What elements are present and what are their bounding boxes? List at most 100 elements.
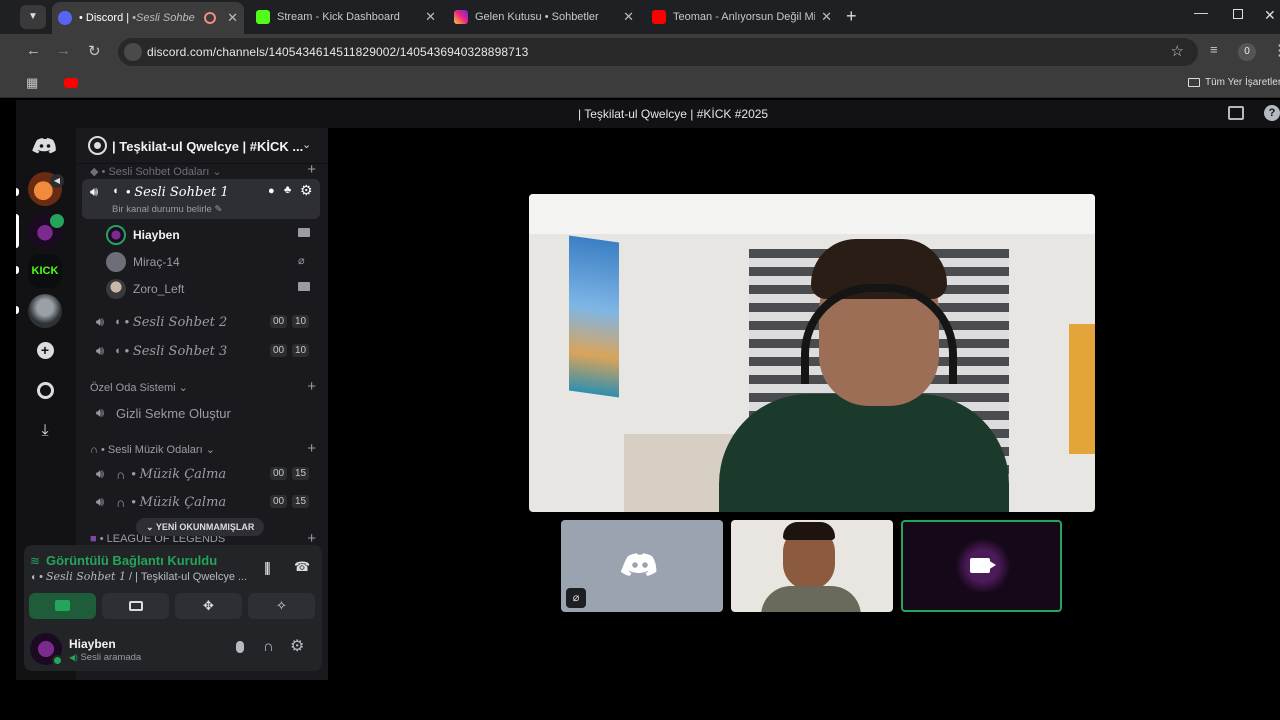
download-apps-button[interactable]: ⤓	[28, 414, 62, 448]
close-window-icon[interactable]: ✕	[1264, 7, 1276, 24]
chevron-down-icon: ⌄	[212, 166, 222, 178]
site-info-icon[interactable]	[124, 43, 142, 61]
person-body	[761, 586, 861, 612]
server-gear-icon	[88, 136, 107, 155]
signal-icon: ≋	[30, 554, 41, 568]
direct-messages-button[interactable]	[28, 129, 62, 163]
main-video-tile[interactable]	[529, 194, 1095, 512]
speaker-icon: 🔊︎	[95, 314, 105, 329]
camera-button[interactable]	[29, 593, 96, 619]
restore-icon[interactable]	[1233, 9, 1243, 19]
tab-youtube[interactable]: Teoman - Anlıyorsun Değil Mi ( ✕	[646, 4, 838, 30]
inbox-icon[interactable]	[1228, 106, 1244, 120]
close-tab-icon[interactable]: ✕	[623, 9, 634, 25]
music-channel[interactable]: 🔊︎ ∩ • Müzik Çalma 00 15	[84, 489, 320, 515]
activities-button[interactable]: ✥	[175, 593, 242, 619]
screen-share-button[interactable]	[102, 593, 169, 619]
voice-status[interactable]: Görüntülü Bağlantı Kuruldu	[46, 553, 217, 568]
tab-kick[interactable]: Stream - Kick Dashboard ✕	[250, 4, 442, 30]
help-icon[interactable]: ?	[1264, 105, 1280, 121]
headphones-icon[interactable]: ∩	[263, 638, 274, 655]
voice-member[interactable]: Zoro_Left	[106, 278, 184, 300]
category-music[interactable]: ∩ • Sesli Müzik Odaları ⌄	[90, 443, 215, 456]
close-tab-icon[interactable]: ✕	[227, 10, 238, 26]
close-tab-icon[interactable]: ✕	[425, 9, 436, 25]
compass-icon	[36, 382, 54, 400]
add-channel-icon[interactable]: +	[307, 440, 316, 457]
bookmark-star-icon[interactable]: ☆	[1171, 42, 1184, 60]
microphone-icon[interactable]	[236, 641, 244, 653]
channel-status[interactable]: Bir kanal durumu belirle ✎	[112, 204, 222, 215]
participant-tile-no-video[interactable]: ⌀	[561, 520, 723, 612]
channel-label: Gizli Sekme Oluştur	[116, 405, 231, 421]
announce-icon: ◖	[112, 185, 119, 197]
voice-channel-path[interactable]: ◖ • Sesli Sohbet 1 / | Teşkilat-ul Qwelc…	[30, 570, 247, 583]
window-title: | Teşkilat-ul Qwelcye | #KİCK #2025	[578, 107, 769, 121]
category-label: • Sesli Sohbet Odaları	[101, 166, 210, 178]
voice-channel[interactable]: 🔊︎ ◖ • Sesli Sohbet 2 00 10	[84, 309, 320, 335]
youtube-tab-icon	[652, 10, 666, 24]
unread-pill[interactable]: ⌄ YENİ OKUNMAMIŞLAR	[136, 518, 265, 536]
user-status: ◀) Sesli aramada	[69, 652, 141, 663]
server-header[interactable]: | Teşkilat-ul Qwelcye | #KİCK ... ⌄	[76, 128, 328, 164]
video-camera-icon	[55, 600, 70, 612]
back-icon[interactable]: ←	[26, 42, 41, 59]
server-kick[interactable]: KICK	[28, 254, 62, 288]
headphones-icon: ∩	[90, 444, 98, 456]
participant-tile-speaking[interactable]	[901, 520, 1062, 612]
announce-icon: ◖	[114, 345, 121, 357]
voice-channel[interactable]: 🔊︎ ◖ • Sesli Sohbet 3 00 10	[84, 338, 320, 364]
add-channel-icon[interactable]: +	[307, 161, 316, 178]
user-status-text: Sesli aramada	[80, 652, 142, 663]
bookmarks-folder[interactable]: Tüm Yer İşaretleri	[1188, 77, 1280, 88]
video-badge-icon	[50, 214, 64, 228]
settings-icon[interactable]: ⚙	[300, 182, 313, 199]
category-voice[interactable]: ◆ • Sesli Sohbet Odaları ⌄	[90, 165, 222, 178]
forward-icon[interactable]: →	[56, 42, 71, 59]
user-limit: 10	[292, 344, 310, 357]
music-channel[interactable]: 🔊︎ ∩ • Müzik Çalma 00 15	[84, 461, 320, 487]
discord-logo-icon	[621, 553, 657, 576]
channel-label: • Müzik Çalma	[131, 494, 227, 510]
voice-channel[interactable]: 🔊︎ Gizli Sekme Oluştur	[84, 400, 320, 426]
tab-instagram[interactable]: Gelen Kutusu • Sohbetler ✕	[448, 4, 640, 30]
category-private[interactable]: Özel Oda Sistemi ⌄	[90, 381, 188, 394]
voice-member[interactable]: Hiayben	[106, 224, 180, 246]
browser-toolbar: ← → ↻ discord.com/channels/1405434614511…	[0, 34, 1280, 70]
add-channel-icon[interactable]: +	[307, 378, 316, 395]
address-bar[interactable]: discord.com/channels/1405434614511829002…	[118, 38, 1198, 66]
speaker-icon: ◀)	[69, 653, 78, 662]
add-server-button[interactable]: +	[28, 334, 62, 368]
voice-member[interactable]: Miraç-14	[106, 251, 180, 273]
participant-tile-video[interactable]	[731, 520, 893, 612]
person-body	[719, 394, 1009, 512]
voice-channel-name: Sesli Sohbet 1	[46, 570, 126, 583]
discover-button[interactable]	[28, 374, 62, 408]
user-settings-icon[interactable]: ⚙	[290, 636, 304, 656]
wall-painting	[569, 235, 619, 398]
active-channel[interactable]: 🔊︎ ◖ • Sesli Sohbet 1 ● ♣ ⚙ Bir kanal du…	[82, 179, 320, 219]
menu-icon[interactable]: ⋮	[1272, 41, 1280, 59]
chat-icon[interactable]: ●	[268, 185, 275, 197]
media-control-icon[interactable]: ≡	[1210, 42, 1218, 57]
username[interactable]: Hiayben	[69, 637, 116, 651]
close-tab-icon[interactable]: ✕	[821, 9, 832, 25]
user-limit: 15	[292, 495, 310, 508]
disconnect-icon[interactable]: ☎	[294, 559, 310, 575]
discord-app: | Teşkilat-ul Qwelcye | #KİCK #2025 ? ◀ …	[16, 100, 1280, 680]
server-photo-avatar[interactable]	[28, 294, 62, 328]
discord-tab-icon	[58, 11, 72, 25]
tab-discord[interactable]: • Discord | •Sesli Sohbe ✕	[52, 2, 244, 34]
reload-icon[interactable]: ↻	[88, 42, 101, 60]
youtube-bookmark-icon[interactable]	[64, 78, 78, 88]
apps-grid-icon[interactable]: ▦	[26, 75, 38, 91]
member-name: Zoro_Left	[133, 282, 185, 296]
new-tab-button[interactable]: +	[846, 6, 857, 27]
extension-badge[interactable]: 0	[1238, 43, 1256, 61]
noise-suppression-icon[interactable]: |||	[264, 559, 271, 575]
soundboard-button[interactable]: ✧	[248, 593, 315, 619]
channel-name-text: Müzik Çalma	[139, 467, 227, 482]
minimize-icon[interactable]: —	[1194, 4, 1208, 20]
tab-search-button[interactable]: ▼	[20, 5, 46, 29]
invite-icon[interactable]: ♣	[284, 184, 291, 196]
